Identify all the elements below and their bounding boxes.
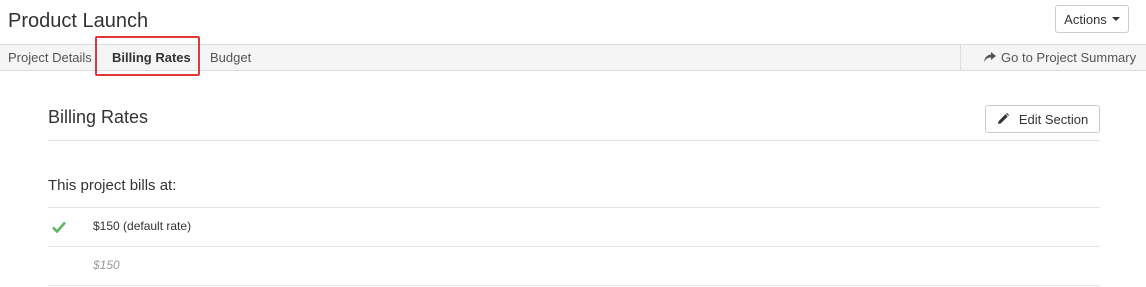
row-divider — [48, 285, 1100, 286]
page-title: Product Launch — [8, 10, 149, 32]
go-to-project-summary-link[interactable]: Go to Project Summary — [960, 45, 1146, 70]
default-rate-text: $150 (default rate) — [93, 219, 192, 233]
actions-label: Actions — [1064, 11, 1107, 27]
tab-budget[interactable]: Budget — [210, 45, 251, 70]
pencil-icon — [997, 113, 1009, 124]
actions-button[interactable]: Actions — [1055, 5, 1129, 33]
active-tab-highlight — [95, 36, 200, 76]
row-divider — [48, 207, 1100, 208]
section-title: Billing Rates — [48, 107, 149, 127]
summary-link-label: Go to Project Summary — [1001, 50, 1137, 65]
page: Product Launch Actions Project Details B… — [0, 0, 1146, 287]
edit-section-button[interactable]: Edit Section — [985, 105, 1100, 133]
check-icon — [52, 221, 66, 233]
section-divider — [48, 140, 1100, 141]
caret-down-icon — [1111, 17, 1120, 21]
edit-section-label: Edit Section — [1018, 111, 1089, 127]
tab-project-details[interactable]: Project Details — [8, 45, 92, 70]
rate-value: $150 — [93, 258, 120, 272]
bills-at-label: This project bills at: — [48, 177, 177, 194]
row-divider — [48, 246, 1100, 247]
share-arrow-icon — [984, 52, 996, 62]
